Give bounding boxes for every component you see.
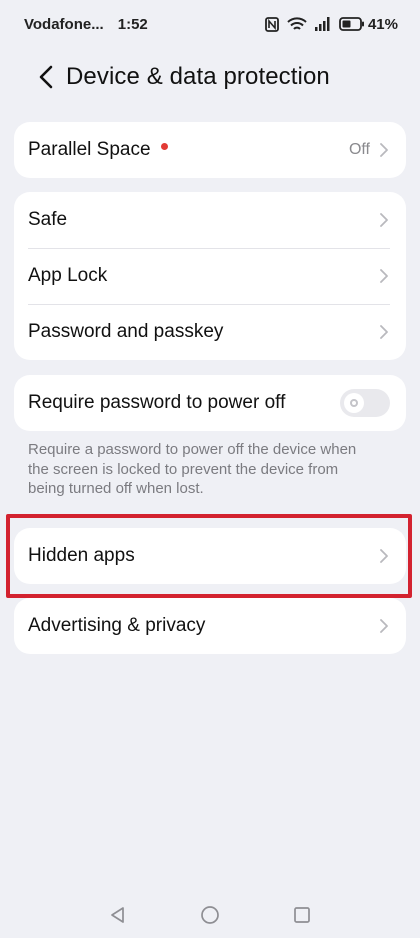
page-title: Device & data protection [66, 63, 330, 90]
status-bar: Vodafone... 1:52 41% [0, 0, 420, 48]
battery-indicator: 41% [339, 16, 398, 33]
power-off-toggle[interactable] [340, 389, 390, 417]
wifi-icon [287, 16, 307, 32]
parallel-space-label: Parallel Space [28, 139, 151, 160]
nfc-icon [265, 16, 279, 32]
security-card: Safe App Lock Password and passkey [14, 192, 406, 360]
power-off-hint: Require a password to power off the devi… [28, 441, 357, 497]
toggle-knob [344, 393, 364, 413]
hidden-apps-row[interactable]: Hidden apps [14, 528, 406, 584]
status-icons: 41% [265, 16, 398, 33]
advertising-privacy-label: Advertising & privacy [28, 615, 206, 636]
safe-row[interactable]: Safe [14, 192, 406, 248]
navigation-bar [0, 892, 420, 938]
nav-home-button[interactable] [197, 902, 223, 928]
advertising-card: Advertising & privacy [14, 598, 406, 654]
nav-recents-button[interactable] [289, 902, 315, 928]
chevron-right-icon [380, 269, 388, 283]
back-button[interactable] [26, 55, 66, 99]
parallel-space-row[interactable]: Parallel Space Off [14, 122, 406, 178]
chevron-right-icon [380, 325, 388, 339]
circle-home-icon [201, 906, 219, 924]
notification-dot [160, 143, 168, 151]
back-arrow-icon [39, 65, 53, 89]
battery-percent: 41% [367, 15, 398, 33]
power-off-card: Require password to power off [14, 375, 406, 431]
toggle-ring-icon [350, 399, 358, 407]
power-off-label: Require password to power off [28, 392, 286, 413]
power-off-row: Require password to power off [14, 375, 406, 431]
advertising-privacy-row[interactable]: Advertising & privacy [14, 598, 406, 654]
hidden-apps-label: Hidden apps [28, 545, 135, 566]
triangle-back-icon [111, 907, 124, 923]
signal-icon [314, 17, 331, 31]
app-lock-row[interactable]: App Lock [14, 248, 406, 304]
password-passkey-row[interactable]: Password and passkey [14, 304, 406, 360]
chevron-right-icon [380, 549, 388, 563]
chevron-right-icon [380, 619, 388, 633]
header: Device & data protection [0, 52, 420, 102]
parallel-space-card: Parallel Space Off [14, 122, 406, 178]
status-time: 1:52 [117, 15, 148, 33]
status-left: Vodafone... 1:52 [24, 16, 148, 33]
battery-icon [339, 17, 364, 31]
app-lock-label: App Lock [28, 265, 108, 286]
hidden-apps-card: Hidden apps [14, 528, 406, 584]
parallel-space-label-wrap: Parallel Space [28, 139, 349, 161]
square-recents-icon [294, 907, 310, 923]
safe-label: Safe [28, 209, 68, 230]
carrier-name: Vodafone... [24, 15, 104, 33]
nav-back-button[interactable] [105, 902, 131, 928]
chevron-right-icon [380, 213, 388, 227]
password-passkey-label: Password and passkey [28, 321, 224, 342]
chevron-right-icon [380, 143, 388, 157]
parallel-space-value: Off [348, 141, 370, 158]
